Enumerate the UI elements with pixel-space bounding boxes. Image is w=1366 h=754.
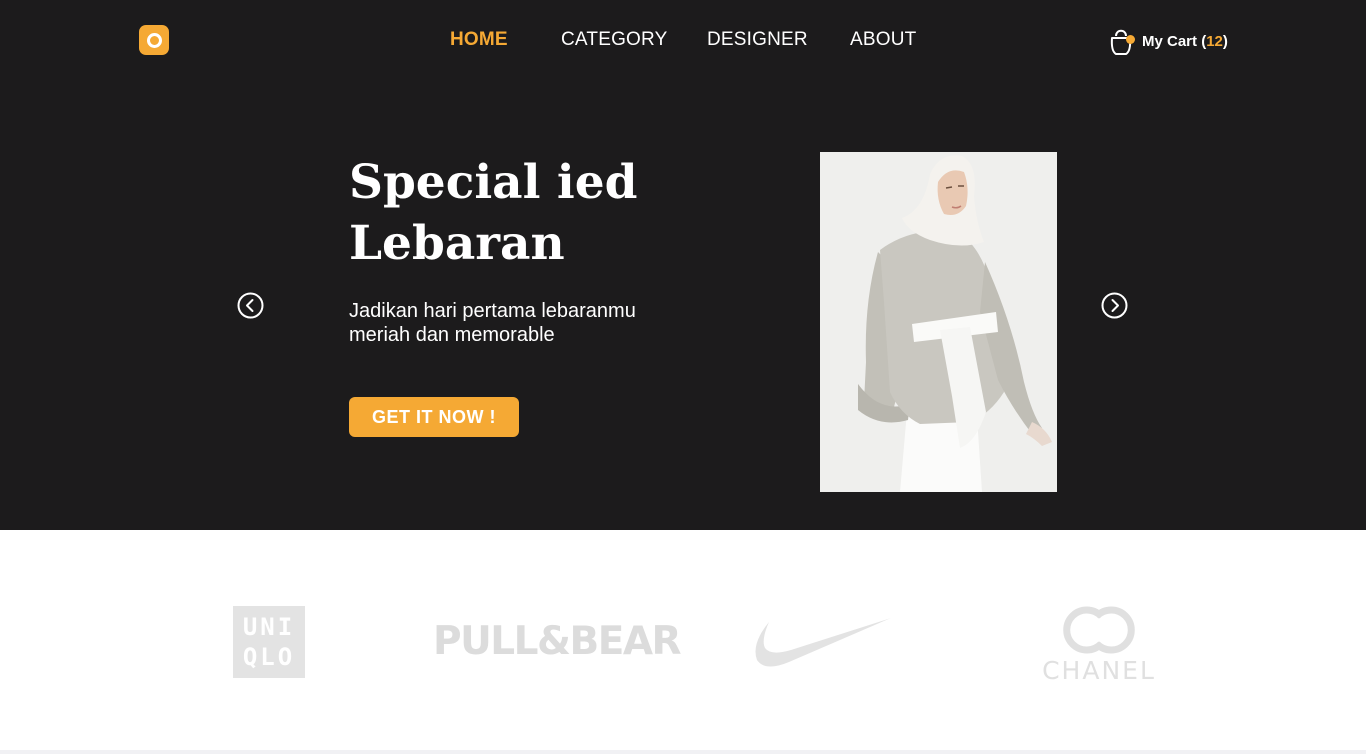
chanel-cc-mark [1063, 606, 1135, 654]
hero-subtitle-line2: meriah dan memorable [349, 324, 555, 346]
chevron-left-circle-icon[interactable] [237, 292, 264, 319]
uniqlo-logo[interactable]: UNI QLO [233, 606, 305, 678]
hero-section: HOME CATEGORY DESIGNER ABOUT My Cart (12… [0, 0, 1366, 530]
uniqlo-line1: UNI [242, 613, 296, 641]
cart-label-group: My Cart (12) [1142, 33, 1228, 50]
nav-home[interactable]: HOME [450, 29, 508, 51]
cart-count-badge: 12 [1206, 32, 1223, 50]
bottom-divider [0, 750, 1366, 754]
hero-title: Special ied Lebaran [349, 152, 709, 274]
nav-designer[interactable]: DESIGNER [707, 29, 808, 51]
uniqlo-line2: QLO [242, 643, 296, 671]
hero-title-line1: Special ied [349, 155, 638, 210]
get-it-now-button[interactable]: GET IT NOW ! [349, 397, 519, 437]
cart-label: My Cart [1142, 32, 1198, 50]
cart-close-paren: ) [1222, 32, 1228, 50]
hero-subtitle: Jadikan hari pertama lebaranmu meriah da… [349, 299, 709, 347]
chanel-logo[interactable]: CHANEL [1039, 602, 1159, 685]
nav-about[interactable]: ABOUT [850, 29, 916, 51]
ring-logo-icon[interactable] [139, 25, 169, 55]
cart-button[interactable]: My Cart (12) [1108, 24, 1228, 58]
chanel-wordmark: CHANEL [1042, 656, 1156, 685]
cart-notification-dot [1126, 35, 1135, 44]
chevron-right-circle-icon[interactable] [1101, 292, 1128, 319]
nike-swoosh-logo[interactable] [749, 616, 891, 670]
hero-subtitle-line1: Jadikan hari pertama lebaranmu [349, 300, 636, 322]
nav-category[interactable]: CATEGORY [561, 29, 667, 51]
shopping-bag-icon [1108, 26, 1135, 56]
pullbear-logo[interactable]: PULL&BEAR [433, 620, 682, 664]
hero-product-image [820, 152, 1057, 492]
hero-title-line2: Lebaran [349, 216, 565, 271]
